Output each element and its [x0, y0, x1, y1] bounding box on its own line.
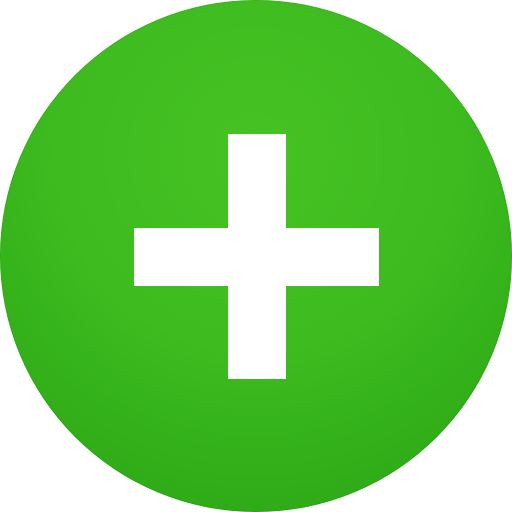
add-icon-container: [0, 0, 512, 512]
plus-icon: [0, 0, 512, 512]
add-button[interactable]: [0, 0, 512, 512]
plus-vertical-bar: [228, 134, 286, 379]
